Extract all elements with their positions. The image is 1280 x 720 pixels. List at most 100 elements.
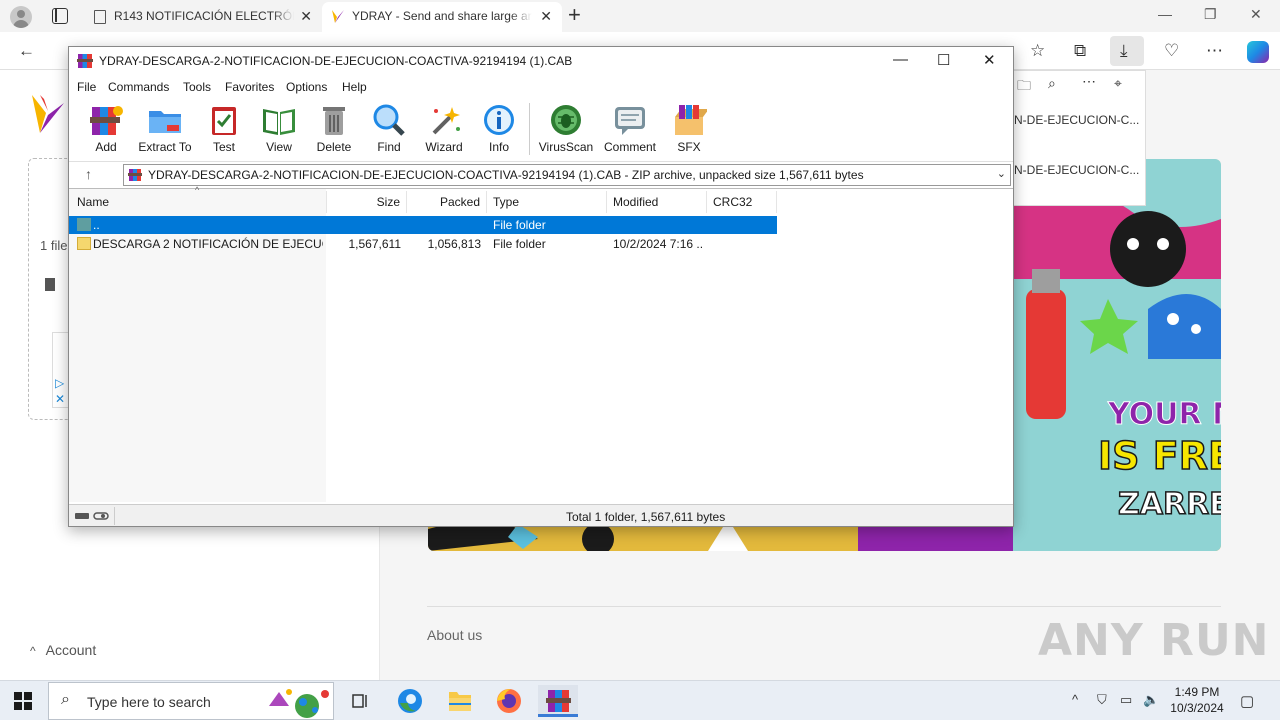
account-label: Account xyxy=(45,642,97,658)
edge-browser-icon[interactable] xyxy=(390,685,430,717)
test-clipboard-icon xyxy=(212,107,236,135)
delete-trash-icon xyxy=(323,107,345,135)
menu-commands[interactable]: Commands xyxy=(108,80,169,94)
download-item-name[interactable]: N-DE-EJECUCION-C... xyxy=(1014,163,1280,181)
virusscan-button[interactable]: VirusScan xyxy=(534,101,598,157)
file-list: ^ Name Size Packed Type Modified CRC32 .… xyxy=(69,185,1013,502)
column-name[interactable]: Name xyxy=(69,191,327,213)
info-label: Info xyxy=(488,140,509,154)
tab-actions-icon[interactable] xyxy=(52,8,68,24)
extensions-icon[interactable]: ♡ xyxy=(1164,41,1179,61)
menu-help[interactable]: Help xyxy=(342,80,367,94)
view-book-icon xyxy=(263,109,295,135)
add-archive-icon xyxy=(90,106,123,135)
volume-icon[interactable]: 🔈 xyxy=(1143,692,1159,708)
row-modified: 10/2/2024 7:16 ... xyxy=(613,237,703,251)
tab-label: R143 NOTIFICACIÓN ELECTRÓNI xyxy=(114,9,294,23)
virusscan-bug-icon xyxy=(551,105,581,135)
chevron-up-icon: ^ xyxy=(30,644,36,658)
browser-tabstrip: R143 NOTIFICACIÓN ELECTRÓNI ✕ YDRAY - Se… xyxy=(0,0,1280,32)
copilot-icon[interactable] xyxy=(1247,41,1269,63)
file-explorer-icon[interactable] xyxy=(440,685,480,717)
winrar-titlebar: YDRAY-DESCARGA-2-NOTIFICACION-DE-EJECUCI… xyxy=(69,47,1013,75)
winrar-toolbar: Add Extract To Test View Delete Find Wiz… xyxy=(69,99,1013,157)
comment-label: Comment xyxy=(603,140,656,154)
account-toggle[interactable]: ^ Account xyxy=(30,642,96,658)
new-tab-icon[interactable]: + xyxy=(568,4,581,26)
column-modified-label: Modified xyxy=(613,195,659,209)
firefox-icon[interactable] xyxy=(489,685,529,717)
table-row[interactable]: DESCARGA 2 NOTIFICACIÓN DE EJECUCI... 1,… xyxy=(69,235,777,253)
row-size: 1,567,611 xyxy=(348,237,402,251)
close-tab-icon[interactable]: ✕ xyxy=(540,2,552,30)
sfx-button[interactable]: SFX xyxy=(657,101,721,157)
column-size[interactable]: Size xyxy=(327,191,407,213)
pin-icon[interactable]: ⌖ xyxy=(1114,75,1122,92)
document-icon xyxy=(94,10,106,24)
ad-choices-icon[interactable]: ▷ xyxy=(55,376,64,390)
column-type-label: Type xyxy=(493,195,520,209)
winrar-taskbar-icon[interactable] xyxy=(538,685,578,717)
status-divider xyxy=(114,507,115,525)
footer-divider xyxy=(427,606,1221,607)
row-type: File folder xyxy=(493,218,546,232)
downloads-button[interactable]: ⤓ xyxy=(1110,36,1144,66)
search-icon: ⌕ xyxy=(61,691,70,708)
column-packed[interactable]: Packed xyxy=(407,191,487,213)
comment-icon xyxy=(615,107,645,135)
download-item-name[interactable]: N-DE-EJECUCION-C... xyxy=(1014,113,1280,131)
row-packed: 1,056,813 xyxy=(427,237,481,251)
more-menu-icon[interactable]: ⋯ xyxy=(1206,41,1223,61)
clock-date: 10/3/2024 xyxy=(1170,701,1224,715)
clock[interactable]: 1:49 PM 10/3/2024 xyxy=(1162,684,1232,716)
up-one-level-icon[interactable]: ↑ xyxy=(85,166,92,182)
back-icon[interactable]: ← xyxy=(18,41,35,61)
close-tab-icon[interactable]: ✕ xyxy=(300,2,312,30)
column-name-label: Name xyxy=(77,195,110,209)
favorites-icon[interactable]: ☆ xyxy=(1030,41,1045,61)
column-type[interactable]: Type xyxy=(487,191,607,213)
profile-avatar-icon[interactable] xyxy=(10,6,32,28)
downloads-panel: 🗀 ⌕ ⋯ ⌖ N-DE-EJECUCION-C... N-DE-EJECUCI… xyxy=(1012,70,1146,206)
menu-tools[interactable]: Tools xyxy=(183,80,211,94)
taskbar: ⌕ Type here to search ^ ⛉ ▭ 🔈 1:49 PM 10… xyxy=(0,680,1280,720)
row-type: File folder xyxy=(493,237,546,251)
close-icon[interactable]: ✕ xyxy=(983,51,996,69)
archive-path-text: YDRAY-DESCARGA-2-NOTIFICACION-DE-EJECUCI… xyxy=(148,168,864,182)
column-modified[interactable]: Modified xyxy=(607,191,707,213)
task-view-icon[interactable] xyxy=(340,685,380,717)
maximize-icon[interactable]: ☐ xyxy=(937,51,950,69)
extract-to-button[interactable]: Extract To xyxy=(133,101,197,157)
drive-status-icon[interactable] xyxy=(74,510,110,522)
folder-icon[interactable]: 🗀 xyxy=(1017,75,1031,99)
windows-start-icon[interactable] xyxy=(14,692,32,710)
search-icon[interactable]: ⌕ xyxy=(1048,75,1056,92)
info-button[interactable]: Info xyxy=(467,101,531,157)
taskbar-search-box[interactable]: ⌕ Type here to search xyxy=(48,682,334,720)
minimize-icon[interactable]: — xyxy=(893,51,908,68)
show-hidden-icons-icon[interactable]: ^ xyxy=(1072,692,1078,707)
archive-path-dropdown[interactable]: YDRAY-DESCARGA-2-NOTIFICACION-DE-EJECUCI… xyxy=(123,164,1011,186)
column-crc32[interactable]: CRC32 xyxy=(707,191,777,213)
security-icon[interactable]: ⛉ xyxy=(1097,692,1107,708)
ad-close-icon[interactable]: ✕ xyxy=(55,392,65,406)
menu-options[interactable]: Options xyxy=(286,80,327,94)
about-us-link[interactable]: About us xyxy=(427,627,482,643)
chevron-down-icon[interactable]: ⌄ xyxy=(997,167,1006,180)
files-count: 1 file xyxy=(40,238,68,253)
close-window-icon[interactable]: ✕ xyxy=(1250,6,1262,23)
menu-file[interactable]: File xyxy=(77,80,96,94)
tab-r143-notification[interactable]: R143 NOTIFICACIÓN ELECTRÓNI ✕ xyxy=(84,2,322,32)
tab-ydray[interactable]: YDRAY - Send and share large an ✕ xyxy=(322,2,562,32)
network-icon[interactable]: ▭ xyxy=(1120,692,1132,708)
comment-button[interactable]: Comment xyxy=(598,101,662,157)
add-button[interactable]: Add xyxy=(74,101,138,157)
table-row[interactable]: .. File folder xyxy=(69,216,777,234)
svg-text:YOUR MIN: YOUR MIN xyxy=(1107,397,1221,432)
notifications-icon[interactable]: ▢ xyxy=(1240,692,1254,710)
collections-icon[interactable]: ⧉ xyxy=(1074,41,1086,61)
more-icon[interactable]: ⋯ xyxy=(1082,73,1096,90)
minimize-icon[interactable]: — xyxy=(1158,6,1172,22)
restore-icon[interactable]: ❐ xyxy=(1204,6,1217,23)
menu-favorites[interactable]: Favorites xyxy=(225,80,274,94)
